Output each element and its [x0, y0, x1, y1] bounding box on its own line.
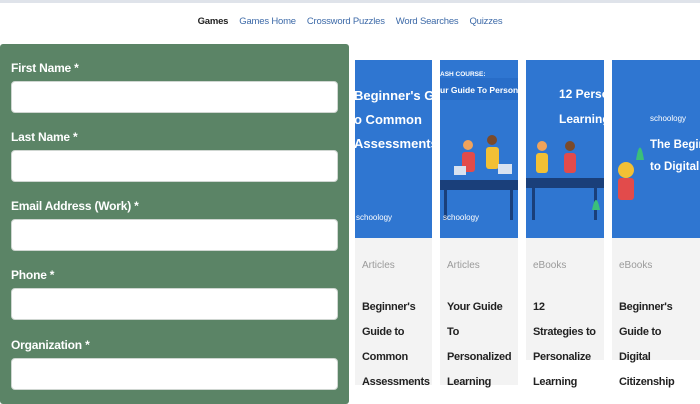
- email-input[interactable]: [11, 219, 338, 251]
- resource-card[interactable]: ASH COURSE: ur Guide To Personalized Le …: [440, 60, 518, 388]
- card-title-line: Learning: [447, 376, 492, 388]
- card-title-line: Common: [362, 351, 408, 363]
- thumb-kicker: ASH COURSE:: [440, 71, 486, 78]
- card-thumbnail: Beginner's Guide o Common Assessments sc…: [355, 60, 432, 238]
- thumb-title-line: to Digital Citiz: [650, 161, 700, 173]
- card-category: eBooks: [533, 260, 567, 271]
- top-navigation: Games Games Home Crossword Puzzles Word …: [0, 16, 700, 30]
- thumb-title-line: o Common: [355, 112, 422, 127]
- schoology-logo: schoology: [443, 213, 480, 222]
- thumb-title-line: ur Guide To Personalized Le: [440, 85, 518, 95]
- last-name-label: Last Name *: [11, 130, 78, 144]
- nav-word-searches[interactable]: Word Searches: [396, 16, 459, 30]
- resource-card[interactable]: schoology The Beginner's to Digital Citi…: [612, 60, 700, 388]
- card-title-line: Assessments: [362, 376, 430, 388]
- card-thumbnail: 12 Personaliz Learning Stra: [526, 60, 604, 238]
- card-title-line: Personalize Learning: [533, 351, 591, 388]
- resource-cards: Beginner's Guide o Common Assessments sc…: [355, 60, 700, 400]
- card-title-line: Beginner's Guide to: [619, 301, 673, 338]
- card-title-line: Personalized: [447, 351, 512, 363]
- top-border: [0, 0, 700, 3]
- organization-label: Organization *: [11, 338, 90, 352]
- card-title-line: Digital Citizenship: [619, 351, 675, 388]
- resource-card[interactable]: 12 Personaliz Learning Stra eBooks 12 St…: [526, 60, 604, 388]
- card-category: eBooks: [619, 260, 653, 271]
- thumb-title-line: Beginner's Guide: [355, 88, 432, 103]
- thumb-title-line: The Beginner's: [650, 139, 700, 151]
- thumb-title-line: Learning Stra: [559, 112, 604, 126]
- email-label: Email Address (Work) *: [11, 199, 139, 213]
- card-thumbnail: ASH COURSE: ur Guide To Personalized Le …: [440, 60, 518, 238]
- card-category: Articles: [362, 260, 395, 271]
- first-name-label: First Name *: [11, 61, 79, 75]
- schoology-logo: schoology: [356, 213, 393, 222]
- nav-games[interactable]: Games: [198, 16, 229, 30]
- nav-quizzes[interactable]: Quizzes: [469, 16, 502, 30]
- signup-form: First Name * Last Name * Email Address (…: [0, 44, 349, 404]
- card-category: Articles: [447, 260, 480, 271]
- phone-label: Phone *: [11, 268, 55, 282]
- thumb-title-line: Assessments: [355, 136, 432, 151]
- resource-card[interactable]: Beginner's Guide o Common Assessments sc…: [355, 60, 432, 388]
- schoology-logo: schoology: [650, 114, 687, 123]
- card-title-line: Your Guide To: [447, 301, 503, 338]
- phone-input[interactable]: [11, 288, 338, 320]
- last-name-input[interactable]: [11, 150, 338, 182]
- card-title-line: Beginner's Guide to: [362, 301, 416, 338]
- organization-input[interactable]: [11, 358, 338, 390]
- nav-crossword-puzzles[interactable]: Crossword Puzzles: [307, 16, 385, 30]
- thumb-title-line: 12 Personaliz: [559, 87, 604, 101]
- card-thumbnail: schoology The Beginner's to Digital Citi…: [612, 60, 700, 238]
- first-name-input[interactable]: [11, 81, 338, 113]
- card-title-line: 12 Strategies to: [533, 301, 596, 338]
- nav-games-home[interactable]: Games Home: [239, 16, 296, 30]
